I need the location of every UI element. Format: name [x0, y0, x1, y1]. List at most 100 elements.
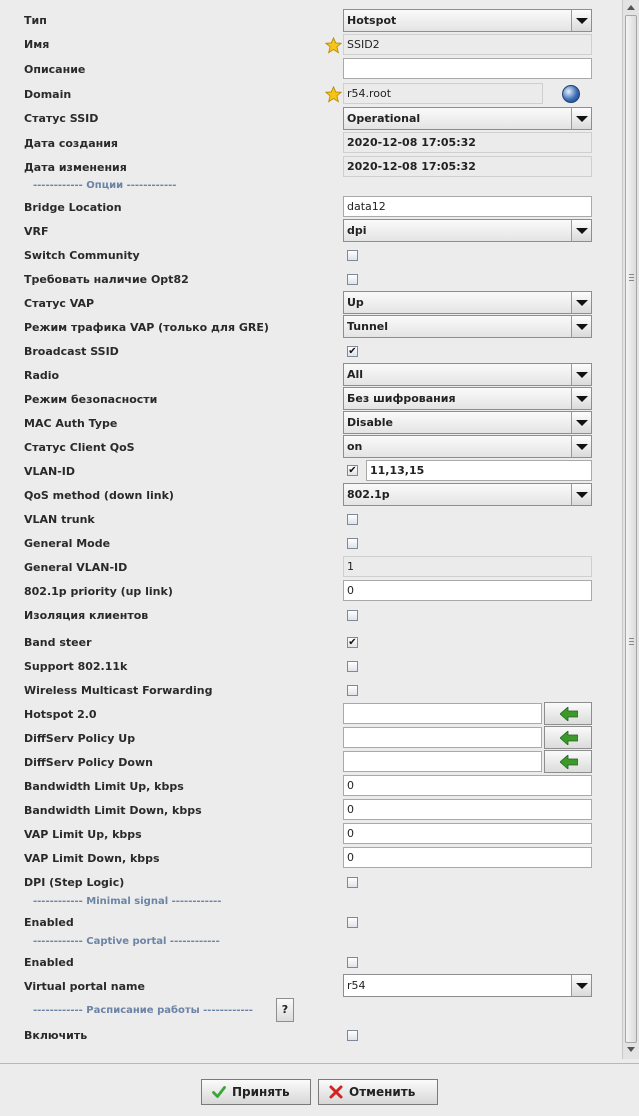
section-options: ------------ Опции ------------: [33, 180, 177, 191]
band-steer-checkbox[interactable]: ✔: [347, 637, 358, 648]
ssid-status-value: Operational: [347, 112, 421, 125]
bw-limit-down-label: Bandwidth Limit Down, kbps: [24, 804, 202, 817]
general-mode-label: General Mode: [24, 537, 111, 550]
created-label: Дата создания: [24, 137, 118, 150]
hotspot20-field[interactable]: [343, 703, 542, 724]
vlan-trunk-label: VLAN trunk: [24, 513, 95, 526]
priority-uplink-label: 802.1p priority (up link): [24, 585, 173, 598]
priority-uplink-field[interactable]: 0: [343, 580, 592, 601]
diffserv-up-label: DiffServ Policy Up: [24, 732, 136, 745]
client-isolation-checkbox[interactable]: [347, 610, 358, 621]
help-button[interactable]: ?: [276, 998, 294, 1022]
chevron-down-icon[interactable]: [571, 292, 591, 313]
vap-limit-up-field[interactable]: 0: [343, 823, 592, 844]
virtual-portal-name-value[interactable]: r54: [347, 975, 569, 996]
client-qos-status-value: on: [347, 440, 363, 453]
vrf-value: dpi: [347, 224, 367, 237]
name-field[interactable]: SSID2: [343, 34, 592, 55]
type-value: Hotspot: [347, 14, 397, 27]
chevron-down-icon[interactable]: [571, 436, 591, 457]
bw-limit-up-label: Bandwidth Limit Up, kbps: [24, 780, 184, 793]
general-vlan-id-label: General VLAN-ID: [24, 561, 128, 574]
type-combo[interactable]: Hotspot: [343, 9, 592, 32]
ssid-status-combo[interactable]: Operational: [343, 107, 592, 130]
minimal-signal-enabled-label: Enabled: [24, 916, 74, 929]
diffserv-down-select-button[interactable]: [544, 750, 592, 773]
chevron-down-icon[interactable]: [571, 220, 591, 241]
chevron-down-icon[interactable]: [571, 412, 591, 433]
diffserv-down-field[interactable]: [343, 751, 542, 772]
dialog-footer: Принять Отменить: [0, 1063, 639, 1116]
vertical-scrollbar[interactable]: [622, 0, 639, 1059]
virtual-portal-name-label: Virtual portal name: [24, 980, 145, 993]
support-80211k-label: Support 802.11k: [24, 660, 128, 673]
wireless-multicast-checkbox[interactable]: [347, 685, 358, 696]
globe-icon[interactable]: [562, 85, 580, 103]
cancel-button[interactable]: Отменить: [318, 1079, 438, 1105]
chevron-down-icon[interactable]: [571, 10, 591, 31]
grip-icon: [629, 274, 634, 281]
bridge-location-field[interactable]: data12: [343, 196, 592, 217]
general-vlan-id-field[interactable]: 1: [343, 556, 592, 577]
vap-traffic-mode-value: Tunnel: [347, 320, 389, 333]
bw-limit-up-field[interactable]: 0: [343, 775, 592, 796]
vap-limit-up-label: VAP Limit Up, kbps: [24, 828, 142, 841]
scrollbar-thumb[interactable]: [625, 15, 637, 1043]
vap-traffic-mode-label: Режим трафика VAP (только для GRE): [24, 321, 269, 334]
scroll-down-icon[interactable]: [627, 1047, 635, 1052]
modified-field: 2020-12-08 17:05:32: [343, 156, 592, 177]
vrf-label: VRF: [24, 225, 49, 238]
hotspot20-select-button[interactable]: [544, 702, 592, 725]
chevron-down-icon[interactable]: [571, 484, 591, 505]
hotspot20-label: Hotspot 2.0: [24, 708, 97, 721]
bridge-location-label: Bridge Location: [24, 201, 122, 214]
section-captive-portal: ------------ Captive portal ------------: [33, 936, 220, 947]
vap-status-combo[interactable]: Up: [343, 291, 592, 314]
switch-community-checkbox[interactable]: [347, 250, 358, 261]
vlan-trunk-checkbox[interactable]: [347, 514, 358, 525]
schedule-enable-checkbox[interactable]: [347, 1030, 358, 1041]
type-label: Тип: [24, 14, 47, 27]
chevron-down-icon[interactable]: [571, 316, 591, 337]
accept-button[interactable]: Принять: [201, 1079, 311, 1105]
required-star-icon: [325, 37, 342, 54]
diffserv-up-select-button[interactable]: [544, 726, 592, 749]
virtual-portal-name-combo[interactable]: r54: [343, 974, 592, 997]
support-80211k-checkbox[interactable]: [347, 661, 358, 672]
vlan-id-field[interactable]: 11,13,15: [366, 460, 592, 481]
vrf-combo[interactable]: dpi: [343, 219, 592, 242]
chevron-down-icon[interactable]: [571, 108, 591, 129]
radio-combo[interactable]: All: [343, 363, 592, 386]
diffserv-up-field[interactable]: [343, 727, 542, 748]
mac-auth-type-combo[interactable]: Disable: [343, 411, 592, 434]
section-schedule: ------------ Расписание работы ---------…: [33, 1005, 253, 1016]
captive-portal-enabled-checkbox[interactable]: [347, 957, 358, 968]
dpi-step-logic-checkbox[interactable]: [347, 877, 358, 888]
description-field[interactable]: [343, 58, 592, 79]
require-opt82-label: Требовать наличие Opt82: [24, 273, 189, 286]
captive-portal-enabled-label: Enabled: [24, 956, 74, 969]
modified-label: Дата изменения: [24, 161, 127, 174]
ssid-properties-form: Тип Hotspot Имя SSID2 Описание Domain r5…: [0, 0, 622, 1059]
dpi-step-logic-label: DPI (Step Logic): [24, 876, 125, 889]
chevron-down-icon[interactable]: [571, 975, 591, 996]
required-star-icon: [325, 86, 342, 103]
qos-method-combo[interactable]: 802.1p: [343, 483, 592, 506]
bw-limit-down-field[interactable]: 0: [343, 799, 592, 820]
vlan-id-checkbox[interactable]: ✔: [347, 465, 358, 476]
client-qos-status-combo[interactable]: on: [343, 435, 592, 458]
diffserv-down-label: DiffServ Policy Down: [24, 756, 153, 769]
vap-traffic-mode-combo[interactable]: Tunnel: [343, 315, 592, 338]
minimal-signal-enabled-checkbox[interactable]: [347, 917, 358, 928]
scroll-up-icon[interactable]: [627, 5, 635, 10]
general-mode-checkbox[interactable]: [347, 538, 358, 549]
wireless-multicast-label: Wireless Multicast Forwarding: [24, 684, 213, 697]
cancel-button-label: Отменить: [349, 1085, 416, 1099]
chevron-down-icon[interactable]: [571, 388, 591, 409]
require-opt82-checkbox[interactable]: [347, 274, 358, 285]
security-mode-combo[interactable]: Без шифрования: [343, 387, 592, 410]
chevron-down-icon[interactable]: [571, 364, 591, 385]
domain-field[interactable]: r54.root: [343, 83, 543, 104]
broadcast-ssid-checkbox[interactable]: ✔: [347, 346, 358, 357]
vap-limit-down-field[interactable]: 0: [343, 847, 592, 868]
